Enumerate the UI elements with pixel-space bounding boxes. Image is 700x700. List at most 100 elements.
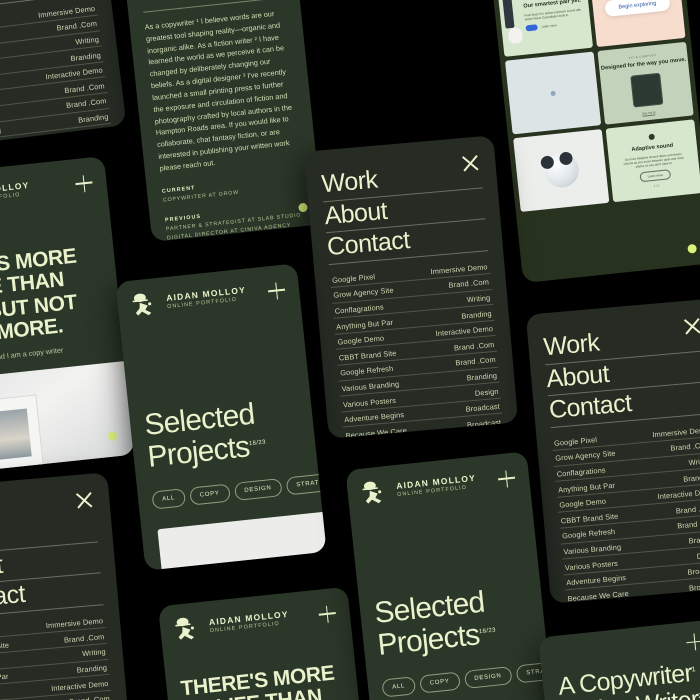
project-name: Google Refresh <box>339 364 394 378</box>
about-title-line4: Designer <box>139 0 237 2</box>
about-card-top[interactable]: A Copywriter1 Fiction Writer2 & Digital … <box>114 0 324 243</box>
selected-projects-card-center[interactable]: AIDAN MOLLOY ONLINE PORTFOLIO Selected P… <box>115 263 327 571</box>
close-icon[interactable] <box>682 316 700 318</box>
project-list: Google PixelImmersive Demo Grow Agency S… <box>551 421 700 604</box>
project-tag: Brand .Com <box>63 81 106 95</box>
project-name: Google Pixel <box>553 435 598 448</box>
project-tag: Branding <box>77 112 109 125</box>
filter-chip-copy[interactable]: COPY <box>189 483 231 506</box>
about-title: A Copywriter1 Fiction Writer2 & Digital … <box>557 659 700 700</box>
selected-projects-card-bottom[interactable]: AIDAN MOLLOY ONLINE PORTFOLIO Selected P… <box>345 451 557 700</box>
project-tag: Writing <box>466 293 491 305</box>
about-body: As a copywriter ¹ I believe words are ou… <box>144 9 293 173</box>
about-title-sup1: 1 <box>691 666 696 674</box>
earbud-product-image <box>539 151 580 190</box>
tile-body: Our new Adaptive Sound raises and lowers… <box>623 151 685 169</box>
project-name: Various Posters <box>342 395 397 409</box>
tile-eyebrow: FIT & COMFORT <box>628 53 657 60</box>
filter-chip-copy[interactable]: COPY <box>419 671 461 694</box>
current-block: CURRENT COPYWRITER AT GROW <box>162 173 305 203</box>
filter-chip-design[interactable]: DESIGN <box>463 666 513 690</box>
project-tag: Brand .Com <box>675 502 700 516</box>
list-item[interactable]: Adventure BeginsBroadcast <box>0 139 116 150</box>
gallery-grid: Our smartest pair yet. Pixel Buds Pro de… <box>496 0 700 212</box>
selected-projects-title: Selected Projects18/23 <box>119 301 316 475</box>
project-tag: Branding <box>688 533 700 546</box>
menu-nav: Work About Contact <box>542 319 700 428</box>
project-tag: Design <box>86 127 111 140</box>
menu-card-bottom-left[interactable]: Work About Contact Google PixelImmersive… <box>0 472 133 700</box>
filter-chip-design[interactable]: DESIGN <box>233 478 283 502</box>
selected-count: 18/23 <box>248 439 267 448</box>
project-tag: Brand .Com <box>69 694 110 700</box>
project-tag: Brand .Com <box>56 19 98 34</box>
gallery-tile[interactable]: Begin exploring <box>589 0 686 48</box>
tile-count: 2 / 3 <box>653 184 660 189</box>
project-tag: Broadcast <box>688 580 700 593</box>
plus-icon[interactable] <box>497 469 516 488</box>
project-tag: Branding <box>460 308 492 321</box>
hero-card-left[interactable]: AIDAN MOLLOY ONLINE PORTFOLIO THERE'S MO… <box>0 156 136 476</box>
project-name: Because We Care <box>567 588 630 603</box>
selected-count: 18/23 <box>478 627 497 636</box>
hero-headline: THERE'S MORE TO LIFE THAN words. BUT NOT… <box>0 194 122 354</box>
project-name: Google Refresh <box>561 527 616 541</box>
project-tag: Brand .Com <box>453 339 495 353</box>
filter-chip-all[interactable]: ALL <box>381 676 416 698</box>
project-tag: Brand .Com <box>676 518 700 531</box>
project-tag: Writing <box>74 34 100 47</box>
close-icon[interactable] <box>74 490 95 509</box>
gallery-tile[interactable]: FIT & COMFORT Designed for the way you m… <box>597 41 694 125</box>
project-tag: Branding <box>76 662 108 675</box>
project-tag: Brand .Com <box>448 277 490 291</box>
close-icon[interactable] <box>460 153 480 155</box>
project-preview-placeholder[interactable] <box>157 508 327 571</box>
project-tag: Branding <box>70 50 102 63</box>
project-tag: Brand .Com <box>670 440 700 454</box>
tshirt-photo <box>0 358 136 476</box>
nav-item-contact[interactable]: Contact <box>0 573 104 619</box>
project-name: Conflagrations <box>556 465 607 479</box>
menu-card-top-left[interactable]: Work About Contact Google PixelImmersive… <box>0 0 127 150</box>
tile-cta-note: Learn more <box>541 23 558 29</box>
project-tag: Immersive Demo <box>652 425 700 440</box>
selected-projects-title: Selected Projects18/23 <box>349 489 546 663</box>
filter-chip-strat[interactable]: STRAT <box>285 473 327 496</box>
project-name: Google Demo <box>559 496 607 510</box>
gallery-tile[interactable] <box>513 129 610 212</box>
project-tag: Brand .Com <box>63 631 105 645</box>
project-name: Google Pixel <box>331 272 376 285</box>
menu-nav: Work About Contact <box>320 156 489 265</box>
about-card-bottom-right[interactable]: A Copywriter1 Fiction Writer2 & Digital … <box>538 619 700 700</box>
plus-icon[interactable] <box>685 633 700 652</box>
showcase-canvas: Work About Contact Google PixelImmersive… <box>0 0 700 700</box>
runner-with-hat-logo-icon <box>175 617 195 640</box>
project-tag: Writing <box>81 647 107 659</box>
plus-icon[interactable] <box>318 604 337 623</box>
runner-with-hat-logo-icon <box>362 481 382 504</box>
gallery-tile[interactable] <box>504 51 602 135</box>
gallery-tile[interactable]: Our smartest pair yet. Pixel Buds Pro de… <box>496 0 594 57</box>
project-tag: Branding <box>682 471 700 484</box>
gallery-tile[interactable]: Adaptive sound Our new Adaptive Sound ra… <box>605 119 700 203</box>
plus-icon[interactable] <box>75 174 94 193</box>
project-tag: Writing <box>688 456 700 468</box>
project-tag: Design <box>696 549 700 561</box>
tile-cta-button[interactable] <box>525 24 538 32</box>
menu-card-center[interactable]: Work About Contact Google Pixel Immersive… <box>303 135 519 439</box>
project-list: Google PixelImmersive Demo Grow Agency S… <box>329 258 504 439</box>
previous-block: PREVIOUS PARTNER & STRATEGIST AT SLAB ST… <box>165 202 310 242</box>
tile-cta[interactable]: See the fit <box>641 110 656 117</box>
project-list: Google PixelImmersive Demo Grow Agency S… <box>0 0 117 150</box>
project-tag: Brand .Com <box>454 355 497 368</box>
tile-cta[interactable]: Learn more <box>639 169 672 183</box>
gallery-device-card[interactable]: Our smartest pair yet. Pixel Buds Pro de… <box>487 0 700 284</box>
begin-exploring-button[interactable]: Begin exploring <box>603 0 672 18</box>
menu-card-right[interactable]: Work About Contact Google Pixel Immersive… <box>525 298 700 604</box>
hero-card-bottom[interactable]: AIDAN MOLLOY ONLINE PORTFOLIO THERE'S MO… <box>158 586 368 700</box>
project-tag: Design <box>474 386 499 398</box>
project-tag: Broadcast <box>687 564 700 577</box>
project-name: Various Posters <box>564 558 619 572</box>
plus-icon[interactable] <box>267 281 286 300</box>
filter-chip-all[interactable]: ALL <box>151 488 186 510</box>
